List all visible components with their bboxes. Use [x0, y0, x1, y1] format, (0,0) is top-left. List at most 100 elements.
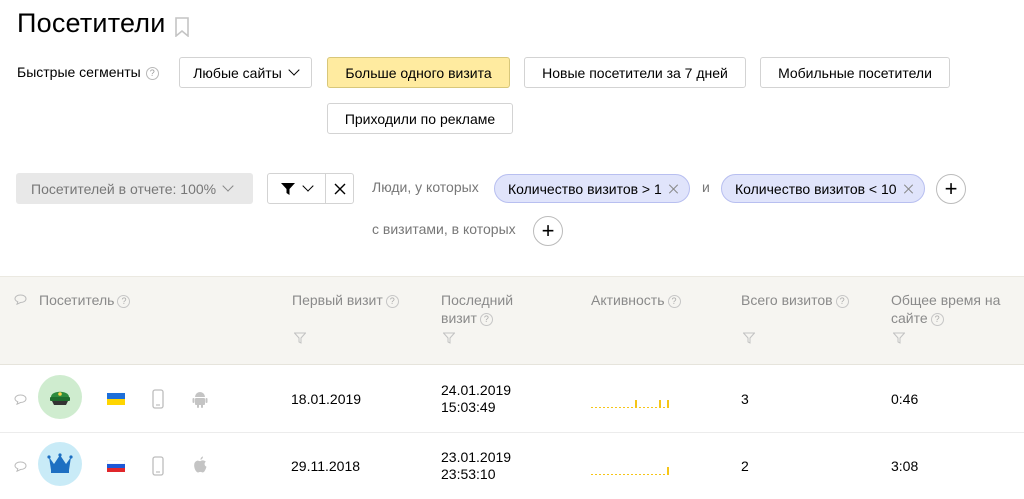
segment-label: Новые посетители за 7 дней	[542, 64, 728, 81]
column-visitor[interactable]: Посетитель?	[39, 291, 131, 309]
column-activity[interactable]: Активность?	[591, 291, 681, 309]
activity-baseline	[627, 407, 629, 408]
any-sites-label: Любые сайты	[193, 64, 282, 81]
segment-label: Мобильные посетители	[778, 64, 932, 81]
activity-baseline	[607, 474, 609, 475]
condition-chip[interactable]: Количество визитов < 10	[721, 174, 925, 203]
activity-baseline	[631, 407, 633, 408]
activity-baseline	[591, 407, 593, 408]
phone-icon	[152, 389, 164, 409]
activity-baseline	[627, 474, 629, 475]
column-title: Всего визитов	[741, 292, 833, 308]
add-visit-condition-button[interactable]: +	[533, 216, 563, 246]
filter-icon[interactable]	[443, 332, 455, 344]
last-visit-time: 15:03:49	[441, 399, 496, 415]
filter-menu-button[interactable]	[268, 174, 326, 203]
activity-baseline	[603, 407, 605, 408]
column-title: визит	[441, 310, 477, 326]
filter-icon[interactable]	[294, 332, 306, 344]
help-icon[interactable]: ?	[479, 313, 493, 326]
activity-baseline	[599, 474, 601, 475]
activity-bar	[667, 400, 669, 408]
activity-baseline	[623, 407, 625, 408]
total-time-cell: 0:46	[891, 391, 919, 407]
column-title: Общее время на	[891, 292, 1001, 308]
column-total-time[interactable]: Общее время на сайте?	[891, 291, 1000, 327]
activity-baseline	[595, 407, 597, 408]
quick-segments-text: Быстрые сегменты	[17, 64, 141, 80]
condition-chip[interactable]: Количество визитов > 1	[494, 174, 690, 203]
help-icon[interactable]: ?	[930, 313, 944, 326]
remove-condition-icon[interactable]	[904, 184, 914, 194]
remove-condition-icon[interactable]	[669, 184, 679, 194]
activity-baseline	[611, 407, 613, 408]
activity-baseline	[619, 474, 621, 475]
filter-toolbar	[267, 173, 354, 204]
table-header: Посетитель? Первый визит? Последний визи…	[0, 276, 1024, 365]
activity-baseline	[639, 407, 641, 408]
first-visit-cell: 18.01.2019	[291, 391, 362, 407]
activity-baseline	[655, 407, 657, 408]
clear-filter-button[interactable]	[326, 174, 353, 203]
activity-baseline	[659, 474, 661, 475]
condition-text: Количество визитов < 10	[735, 180, 897, 197]
segment-came-from-ads[interactable]: Приходили по рекламе	[327, 103, 513, 134]
visitors-percent-label: Посетителей в отчете: 100%	[31, 180, 217, 197]
help-icon[interactable]: ?	[385, 295, 399, 308]
column-title: Посетитель	[39, 292, 115, 308]
activity-baseline	[639, 474, 641, 475]
table-row[interactable]: 29.11.2018 23.01.2019 23:53:10 2 3:08	[0, 433, 1024, 499]
filter-icon[interactable]	[893, 332, 905, 344]
quick-segments-label: Быстрые сегменты?	[17, 64, 159, 80]
bookmark-icon[interactable]	[175, 17, 189, 37]
table-row[interactable]: 18.01.2019 24.01.2019 15:03:49 3 0:46	[0, 366, 1024, 433]
last-visit-date: 24.01.2019	[441, 382, 512, 398]
add-people-condition-button[interactable]: +	[936, 174, 966, 204]
comment-icon[interactable]	[14, 394, 27, 405]
segment-new-visitors-7-days[interactable]: Новые посетители за 7 дней	[524, 57, 746, 88]
total-time-cell: 3:08	[891, 458, 919, 474]
crown-icon	[47, 453, 73, 473]
activity-baseline	[651, 407, 653, 408]
help-icon[interactable]: ?	[835, 295, 849, 308]
activity-baseline	[611, 474, 613, 475]
help-icon[interactable]: ?	[117, 295, 131, 308]
comment-icon[interactable]	[14, 294, 27, 305]
activity-baseline	[651, 474, 653, 475]
apple-icon	[194, 456, 207, 473]
activity-sparkline	[591, 400, 669, 408]
activity-baseline	[619, 407, 621, 408]
column-title: сайте	[891, 310, 928, 326]
conjunction-label: и	[702, 179, 710, 195]
visitor-avatar[interactable]	[38, 442, 82, 486]
column-last-visit[interactable]: Последний визит?	[441, 291, 513, 327]
help-icon[interactable]: ?	[145, 67, 159, 80]
help-icon[interactable]: ?	[667, 295, 681, 308]
activity-baseline	[623, 474, 625, 475]
visitor-avatar[interactable]	[38, 375, 82, 419]
activity-baseline	[615, 407, 617, 408]
close-icon	[334, 183, 345, 194]
column-total-visits[interactable]: Всего визитов?	[741, 291, 849, 309]
chevron-down-icon	[222, 180, 234, 192]
comment-icon[interactable]	[14, 461, 27, 472]
total-visits-cell: 2	[741, 458, 749, 474]
last-visit-cell: 24.01.2019 15:03:49	[441, 382, 511, 416]
last-visit-date: 23.01.2019	[441, 449, 512, 465]
activity-baseline	[591, 474, 593, 475]
android-icon	[192, 392, 208, 408]
funnel-icon	[281, 182, 295, 195]
any-sites-dropdown[interactable]: Любые сайты	[179, 57, 312, 88]
segment-more-than-one-visit[interactable]: Больше одного визита	[327, 57, 510, 88]
segment-mobile-visitors[interactable]: Мобильные посетители	[760, 57, 950, 88]
people-condition-label: Люди, у которых	[372, 179, 479, 195]
filter-icon[interactable]	[743, 332, 755, 344]
ukraine-flag-icon	[107, 393, 125, 405]
activity-baseline	[631, 474, 633, 475]
visitors-percent-dropdown[interactable]: Посетителей в отчете: 100%	[16, 173, 253, 204]
activity-baseline	[595, 474, 597, 475]
activity-bar	[635, 400, 637, 408]
segment-label: Приходили по рекламе	[344, 110, 496, 127]
activity-baseline	[663, 474, 665, 475]
column-first-visit[interactable]: Первый визит?	[292, 291, 399, 309]
